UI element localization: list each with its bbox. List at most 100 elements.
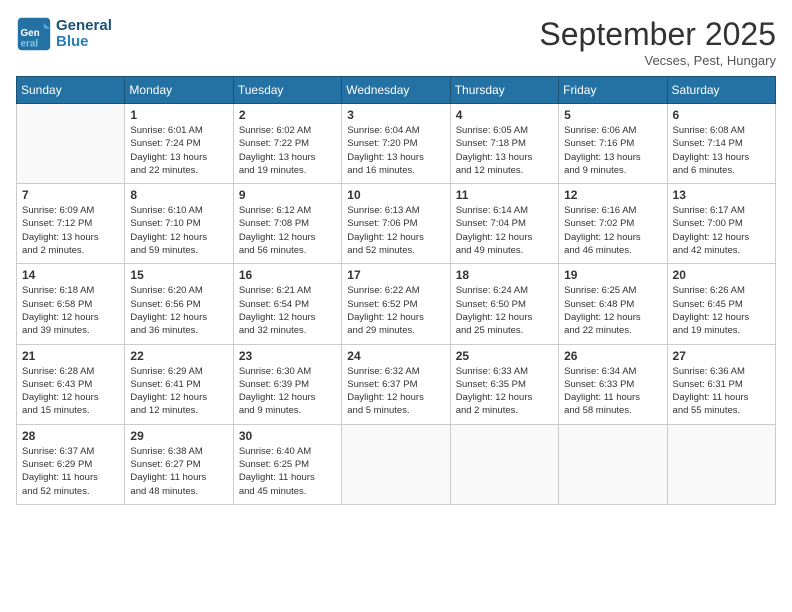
day-info: Sunrise: 6:24 AM Sunset: 6:50 PM Dayligh… <box>456 284 553 337</box>
calendar-table: SundayMondayTuesdayWednesdayThursdayFrid… <box>16 76 776 505</box>
calendar-day-cell: 2 Sunrise: 6:02 AM Sunset: 7:22 PM Daylig… <box>233 104 341 184</box>
calendar-day-cell: 7 Sunrise: 6:09 AM Sunset: 7:12 PM Daylig… <box>17 184 125 264</box>
calendar-day-cell: 27 Sunrise: 6:36 AM Sunset: 6:31 PM Dayli… <box>667 344 775 424</box>
day-number: 27 <box>673 349 770 363</box>
calendar-day-cell: 28Sunrise: 6:37 AM Sunset: 6:29 PM Dayli… <box>17 424 125 504</box>
day-info: Sunrise: 6:02 AM Sunset: 7:22 PM Dayligh… <box>239 124 336 177</box>
day-info: Sunrise: 6:13 AM Sunset: 7:06 PM Dayligh… <box>347 204 444 257</box>
calendar-day-cell <box>450 424 558 504</box>
calendar-week-row: 1Sunrise: 6:01 AM Sunset: 7:24 PM Daylig… <box>17 104 776 184</box>
day-number: 18 <box>456 268 553 282</box>
day-info: Sunrise: 6:05 AM Sunset: 7:18 PM Dayligh… <box>456 124 553 177</box>
calendar-day-cell: 12 Sunrise: 6:16 AM Sunset: 7:02 PM Dayli… <box>559 184 667 264</box>
day-info: Sunrise: 6:28 AM Sunset: 6:43 PM Dayligh… <box>22 365 119 418</box>
day-number: 12 <box>564 188 661 202</box>
day-number: 5 <box>564 108 661 122</box>
weekday-header: Sunday <box>17 77 125 104</box>
calendar-day-cell: 26 Sunrise: 6:34 AM Sunset: 6:33 PM Dayli… <box>559 344 667 424</box>
calendar-day-cell: 23Sunrise: 6:30 AM Sunset: 6:39 PM Dayli… <box>233 344 341 424</box>
calendar-day-cell: 29 Sunrise: 6:38 AM Sunset: 6:27 PM Dayli… <box>125 424 233 504</box>
day-info: Sunrise: 6:09 AM Sunset: 7:12 PM Dayligh… <box>22 204 119 257</box>
day-info: Sunrise: 6:18 AM Sunset: 6:58 PM Dayligh… <box>22 284 119 337</box>
weekday-header: Saturday <box>667 77 775 104</box>
day-number: 22 <box>130 349 227 363</box>
calendar-day-cell <box>559 424 667 504</box>
weekday-header-row: SundayMondayTuesdayWednesdayThursdayFrid… <box>17 77 776 104</box>
day-info: Sunrise: 6:08 AM Sunset: 7:14 PM Dayligh… <box>673 124 770 177</box>
calendar-day-cell: 18 Sunrise: 6:24 AM Sunset: 6:50 PM Dayli… <box>450 264 558 344</box>
day-number: 19 <box>564 268 661 282</box>
day-number: 17 <box>347 268 444 282</box>
calendar-day-cell: 15 Sunrise: 6:20 AM Sunset: 6:56 PM Dayli… <box>125 264 233 344</box>
day-info: Sunrise: 6:32 AM Sunset: 6:37 PM Dayligh… <box>347 365 444 418</box>
day-number: 24 <box>347 349 444 363</box>
calendar-day-cell: 14 Sunrise: 6:18 AM Sunset: 6:58 PM Dayli… <box>17 264 125 344</box>
calendar-day-cell: 20 Sunrise: 6:26 AM Sunset: 6:45 PM Dayli… <box>667 264 775 344</box>
day-info: Sunrise: 6:34 AM Sunset: 6:33 PM Dayligh… <box>564 365 661 418</box>
day-number: 16 <box>239 268 336 282</box>
day-number: 6 <box>673 108 770 122</box>
day-number: 15 <box>130 268 227 282</box>
day-info: Sunrise: 6:25 AM Sunset: 6:48 PM Dayligh… <box>564 284 661 337</box>
day-info: Sunrise: 6:30 AM Sunset: 6:39 PM Dayligh… <box>239 365 336 418</box>
day-number: 13 <box>673 188 770 202</box>
day-number: 1 <box>130 108 227 122</box>
day-info: Sunrise: 6:22 AM Sunset: 6:52 PM Dayligh… <box>347 284 444 337</box>
calendar-day-cell: 4 Sunrise: 6:05 AM Sunset: 7:18 PM Daylig… <box>450 104 558 184</box>
day-number: 25 <box>456 349 553 363</box>
calendar-day-cell: 22Sunrise: 6:29 AM Sunset: 6:41 PM Dayli… <box>125 344 233 424</box>
calendar-week-row: 21 Sunrise: 6:28 AM Sunset: 6:43 PM Dayli… <box>17 344 776 424</box>
day-number: 21 <box>22 349 119 363</box>
day-info: Sunrise: 6:14 AM Sunset: 7:04 PM Dayligh… <box>456 204 553 257</box>
day-number: 3 <box>347 108 444 122</box>
calendar-day-cell <box>667 424 775 504</box>
day-info: Sunrise: 6:20 AM Sunset: 6:56 PM Dayligh… <box>130 284 227 337</box>
calendar-day-cell: 25 Sunrise: 6:33 AM Sunset: 6:35 PM Dayli… <box>450 344 558 424</box>
calendar-day-cell: 16Sunrise: 6:21 AM Sunset: 6:54 PM Dayli… <box>233 264 341 344</box>
day-info: Sunrise: 6:06 AM Sunset: 7:16 PM Dayligh… <box>564 124 661 177</box>
day-info: Sunrise: 6:26 AM Sunset: 6:45 PM Dayligh… <box>673 284 770 337</box>
day-number: 30 <box>239 429 336 443</box>
svg-text:eral: eral <box>21 39 39 50</box>
calendar-week-row: 28Sunrise: 6:37 AM Sunset: 6:29 PM Dayli… <box>17 424 776 504</box>
day-number: 9 <box>239 188 336 202</box>
day-number: 4 <box>456 108 553 122</box>
day-info: Sunrise: 6:17 AM Sunset: 7:00 PM Dayligh… <box>673 204 770 257</box>
day-number: 7 <box>22 188 119 202</box>
calendar-day-cell: 19 Sunrise: 6:25 AM Sunset: 6:48 PM Dayli… <box>559 264 667 344</box>
logo-icon: Gen eral <box>16 16 52 52</box>
day-number: 26 <box>564 349 661 363</box>
day-info: Sunrise: 6:33 AM Sunset: 6:35 PM Dayligh… <box>456 365 553 418</box>
location-subtitle: Vecses, Pest, Hungary <box>539 53 776 68</box>
day-number: 8 <box>130 188 227 202</box>
weekday-header: Monday <box>125 77 233 104</box>
calendar-day-cell: 10 Sunrise: 6:13 AM Sunset: 7:06 PM Dayli… <box>342 184 450 264</box>
day-number: 20 <box>673 268 770 282</box>
day-info: Sunrise: 6:38 AM Sunset: 6:27 PM Dayligh… <box>130 445 227 498</box>
weekday-header: Wednesday <box>342 77 450 104</box>
day-info: Sunrise: 6:40 AM Sunset: 6:25 PM Dayligh… <box>239 445 336 498</box>
day-info: Sunrise: 6:04 AM Sunset: 7:20 PM Dayligh… <box>347 124 444 177</box>
svg-text:Gen: Gen <box>21 28 40 39</box>
calendar-day-cell: 13 Sunrise: 6:17 AM Sunset: 7:00 PM Dayli… <box>667 184 775 264</box>
day-info: Sunrise: 6:16 AM Sunset: 7:02 PM Dayligh… <box>564 204 661 257</box>
day-number: 11 <box>456 188 553 202</box>
calendar-day-cell: 11 Sunrise: 6:14 AM Sunset: 7:04 PM Dayli… <box>450 184 558 264</box>
weekday-header: Friday <box>559 77 667 104</box>
day-number: 2 <box>239 108 336 122</box>
day-info: Sunrise: 6:36 AM Sunset: 6:31 PM Dayligh… <box>673 365 770 418</box>
calendar-day-cell: 8 Sunrise: 6:10 AM Sunset: 7:10 PM Daylig… <box>125 184 233 264</box>
logo: Gen eral General Blue <box>16 16 112 52</box>
calendar-day-cell: 9Sunrise: 6:12 AM Sunset: 7:08 PM Daylig… <box>233 184 341 264</box>
calendar-week-row: 7 Sunrise: 6:09 AM Sunset: 7:12 PM Daylig… <box>17 184 776 264</box>
day-number: 14 <box>22 268 119 282</box>
calendar-day-cell: 5 Sunrise: 6:06 AM Sunset: 7:16 PM Daylig… <box>559 104 667 184</box>
day-info: Sunrise: 6:37 AM Sunset: 6:29 PM Dayligh… <box>22 445 119 498</box>
calendar-day-cell <box>17 104 125 184</box>
calendar-week-row: 14 Sunrise: 6:18 AM Sunset: 6:58 PM Dayli… <box>17 264 776 344</box>
day-number: 29 <box>130 429 227 443</box>
title-block: September 2025 Vecses, Pest, Hungary <box>539 16 776 68</box>
day-number: 10 <box>347 188 444 202</box>
calendar-day-cell <box>342 424 450 504</box>
day-info: Sunrise: 6:10 AM Sunset: 7:10 PM Dayligh… <box>130 204 227 257</box>
